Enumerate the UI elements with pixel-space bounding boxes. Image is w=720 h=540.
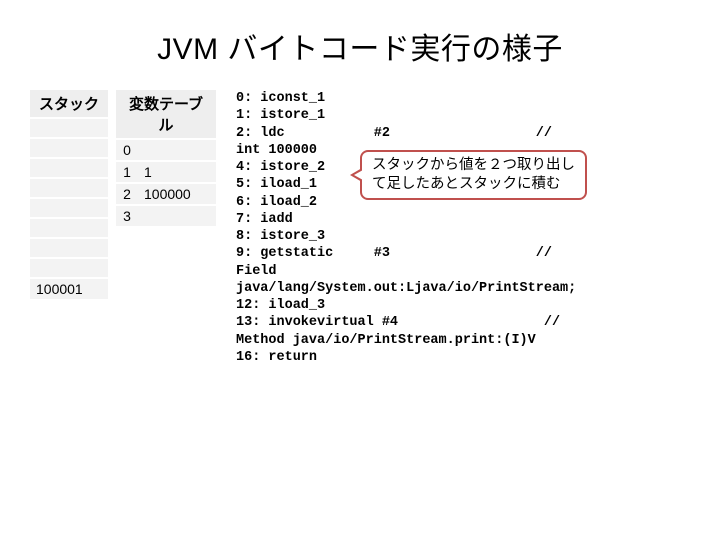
vars-val [138,205,216,227]
vars-val: 100000 [138,183,216,205]
vars-idx: 1 [116,161,138,183]
vars-idx: 3 [116,205,138,227]
vars-header: 変数テーブル [116,90,216,139]
tables-area: スタック 100001 変数テーブル 0 11 [30,90,216,301]
callout-line1: スタックから値を２つ取り出し [372,157,575,173]
code-area: 0: iconst_1 1: istore_1 2: ldc #2 // int… [236,90,690,366]
vars-table: 変数テーブル 0 11 2100000 3 [116,90,216,228]
callout-line2: て足したあとスタックに積む [372,176,561,192]
slide-title: JVM バイトコード実行の様子 [30,24,690,68]
stack-cell [30,198,108,218]
stack-header: スタック [30,90,108,118]
vars-val: 1 [138,161,216,183]
vars-val [138,139,216,161]
bytecode-listing: 0: iconst_1 1: istore_1 2: ldc #2 // int… [236,90,690,366]
callout-bubble: スタックから値を２つ取り出し て足したあとスタックに積む [360,150,587,200]
vars-idx: 2 [116,183,138,205]
stack-cell: 100001 [30,278,108,300]
stack-cell [30,118,108,138]
stack-cell [30,218,108,238]
stack-cell [30,138,108,158]
stack-cell [30,178,108,198]
vars-idx: 0 [116,139,138,161]
stack-cell [30,258,108,278]
content-row: スタック 100001 変数テーブル 0 11 [30,90,690,366]
stack-table: スタック 100001 [30,90,108,301]
stack-cell [30,238,108,258]
stack-cell [30,158,108,178]
